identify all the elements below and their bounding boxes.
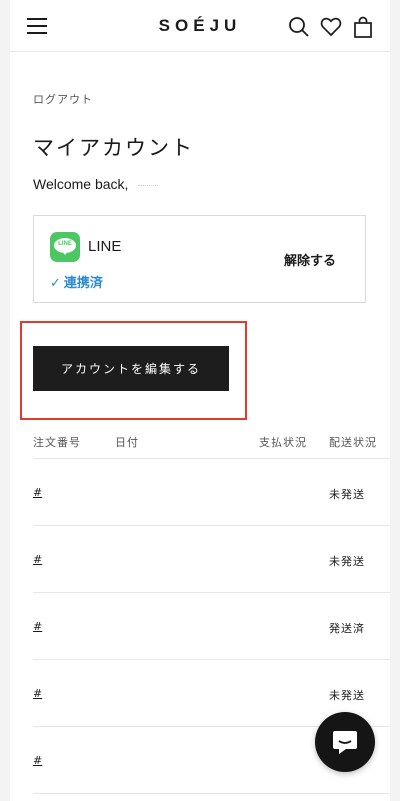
heart-icon[interactable] — [320, 16, 342, 38]
chat-icon — [333, 731, 357, 754]
order-number-link[interactable]: # — [33, 620, 45, 633]
order-number-link[interactable]: # — [33, 754, 45, 767]
shipping-status: 未発送 — [329, 689, 365, 702]
order-number-link[interactable]: # — [33, 553, 45, 566]
line-unlink-button[interactable]: 解除する — [284, 250, 336, 269]
line-logo-text: LINE — [58, 241, 72, 247]
chat-button[interactable] — [315, 712, 375, 772]
order-number-link[interactable]: # — [33, 486, 45, 499]
shipping-status: 発送済 — [329, 622, 365, 635]
order-number-link[interactable]: # — [33, 687, 45, 700]
account-page: SOÉJU ログアウト マイアカウント Welcome back, LINE L… — [10, 0, 390, 801]
welcome-message: Welcome back, — [33, 176, 159, 192]
orders-header: 注文番号 日付 支払状況 配送状況 — [33, 425, 390, 459]
line-status-text: 連携済 — [63, 276, 103, 291]
search-icon[interactable] — [288, 16, 310, 38]
logout-link[interactable]: ログアウト — [33, 91, 93, 107]
table-row: # 発送済 — [33, 593, 390, 660]
check-icon: ✓ — [50, 276, 61, 291]
column-date: 日付 — [115, 436, 139, 449]
edit-account-button[interactable]: アカウントを編集する — [33, 346, 229, 391]
bag-icon[interactable] — [352, 16, 374, 38]
column-shipping-status: 配送状況 — [329, 436, 377, 449]
table-row: # 未発送 — [33, 459, 390, 526]
line-service-name: LINE — [88, 238, 122, 255]
welcome-text: Welcome back, — [33, 176, 129, 192]
site-header: SOÉJU — [10, 0, 390, 52]
page-title: マイアカウント — [33, 136, 194, 160]
shipping-status: 未発送 — [329, 555, 365, 568]
redacted-username — [138, 184, 159, 187]
line-logo-icon: LINE — [50, 232, 80, 262]
column-order-number: 注文番号 — [33, 436, 81, 449]
shipping-status: 未発送 — [329, 488, 365, 501]
table-row: # 未発送 — [33, 526, 390, 593]
line-connection-card: LINE LINE ✓ 連携済 解除する — [33, 215, 366, 303]
line-linked-status: ✓ 連携済 — [50, 272, 103, 291]
column-payment-status: 支払状況 — [259, 436, 307, 449]
